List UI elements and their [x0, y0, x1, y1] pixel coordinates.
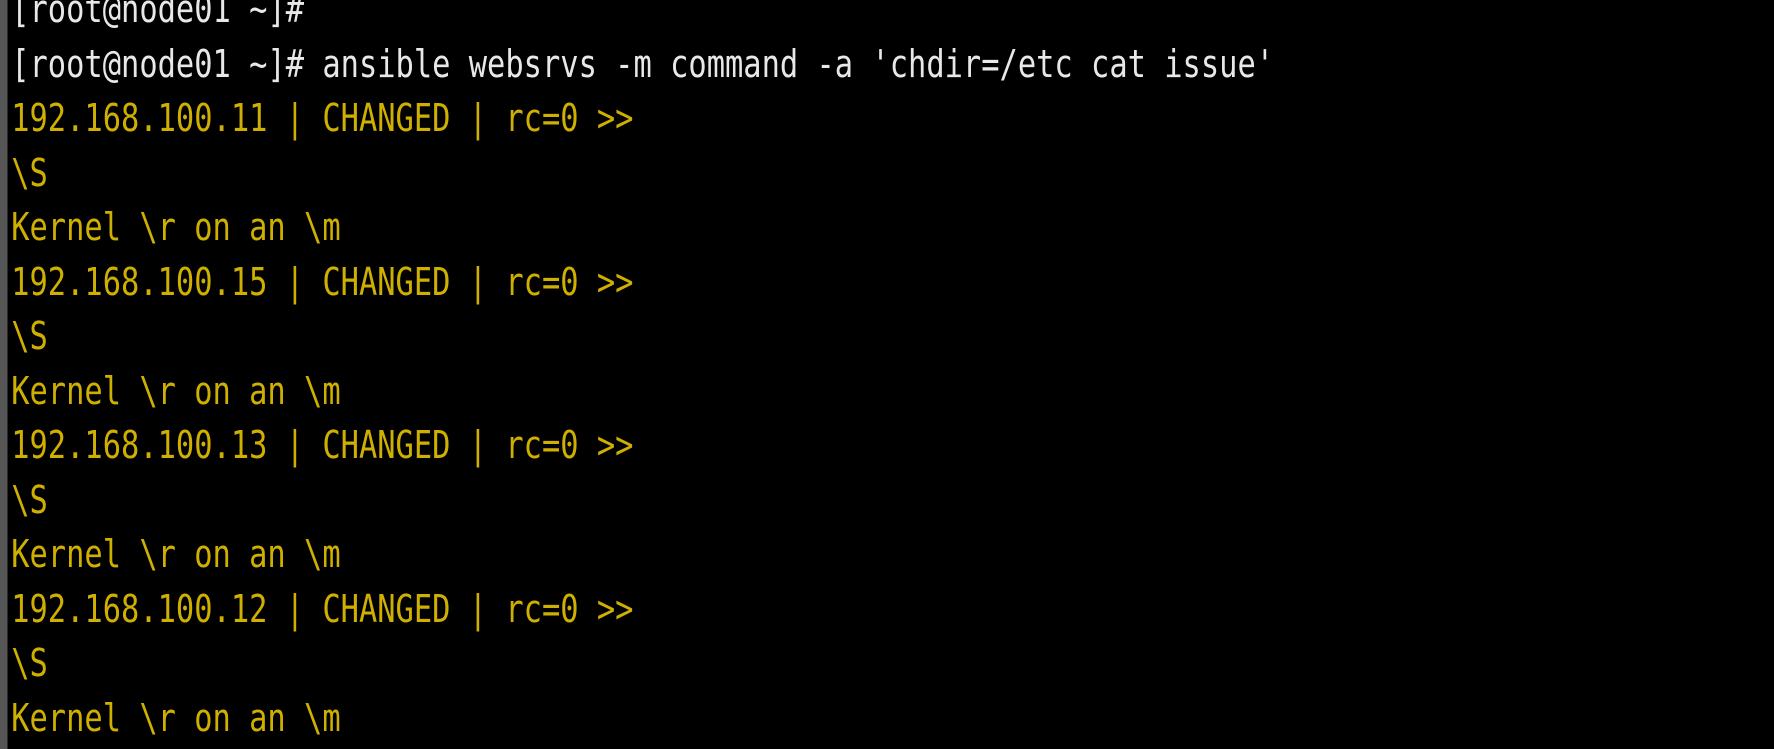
terminal-output-line: Kernel \r on an \m	[11, 205, 341, 249]
terminal-screen[interactable]: [root@node01 ~]# [root@node01 ~]# ansible…	[8, 0, 1774, 749]
terminal-output-line: Kernel \r on an \m	[11, 368, 341, 413]
terminal-output-line: 192.168.100.13 | CHANGED | rc=0 >>	[11, 423, 634, 467]
terminal-window: [root@node01 ~]# [root@node01 ~]# ansible…	[0, 0, 1774, 749]
terminal-output-line: Kernel \r on an \m	[11, 532, 341, 576]
terminal-prompt-line: [root@node01 ~]# ansible websrvs -m comm…	[11, 41, 1275, 86]
terminal-output-line: Kernel \r on an \m	[11, 695, 341, 740]
terminal-output-line: 192.168.100.14 | CHANGED | rc=0 >>	[8, 745, 1421, 749]
terminal-output-line: \S	[11, 314, 48, 358]
window-left-border	[0, 0, 8, 749]
terminal-output-line: \S	[11, 641, 48, 685]
terminal-output-line: 192.168.100.11 | CHANGED | rc=0 >>	[11, 96, 634, 140]
terminal-output-line: 192.168.100.12 | CHANGED | rc=0 >>	[11, 586, 634, 631]
terminal-output-line: 192.168.100.15 | CHANGED | rc=0 >>	[11, 259, 634, 304]
terminal-output-line: \S	[11, 150, 48, 195]
terminal-output-buffer: [root@node01 ~]# [root@node01 ~]# ansible…	[8, 0, 1774, 749]
terminal-prompt-line: [root@node01 ~]#	[11, 0, 305, 31]
terminal-output-line: \S	[11, 477, 48, 522]
